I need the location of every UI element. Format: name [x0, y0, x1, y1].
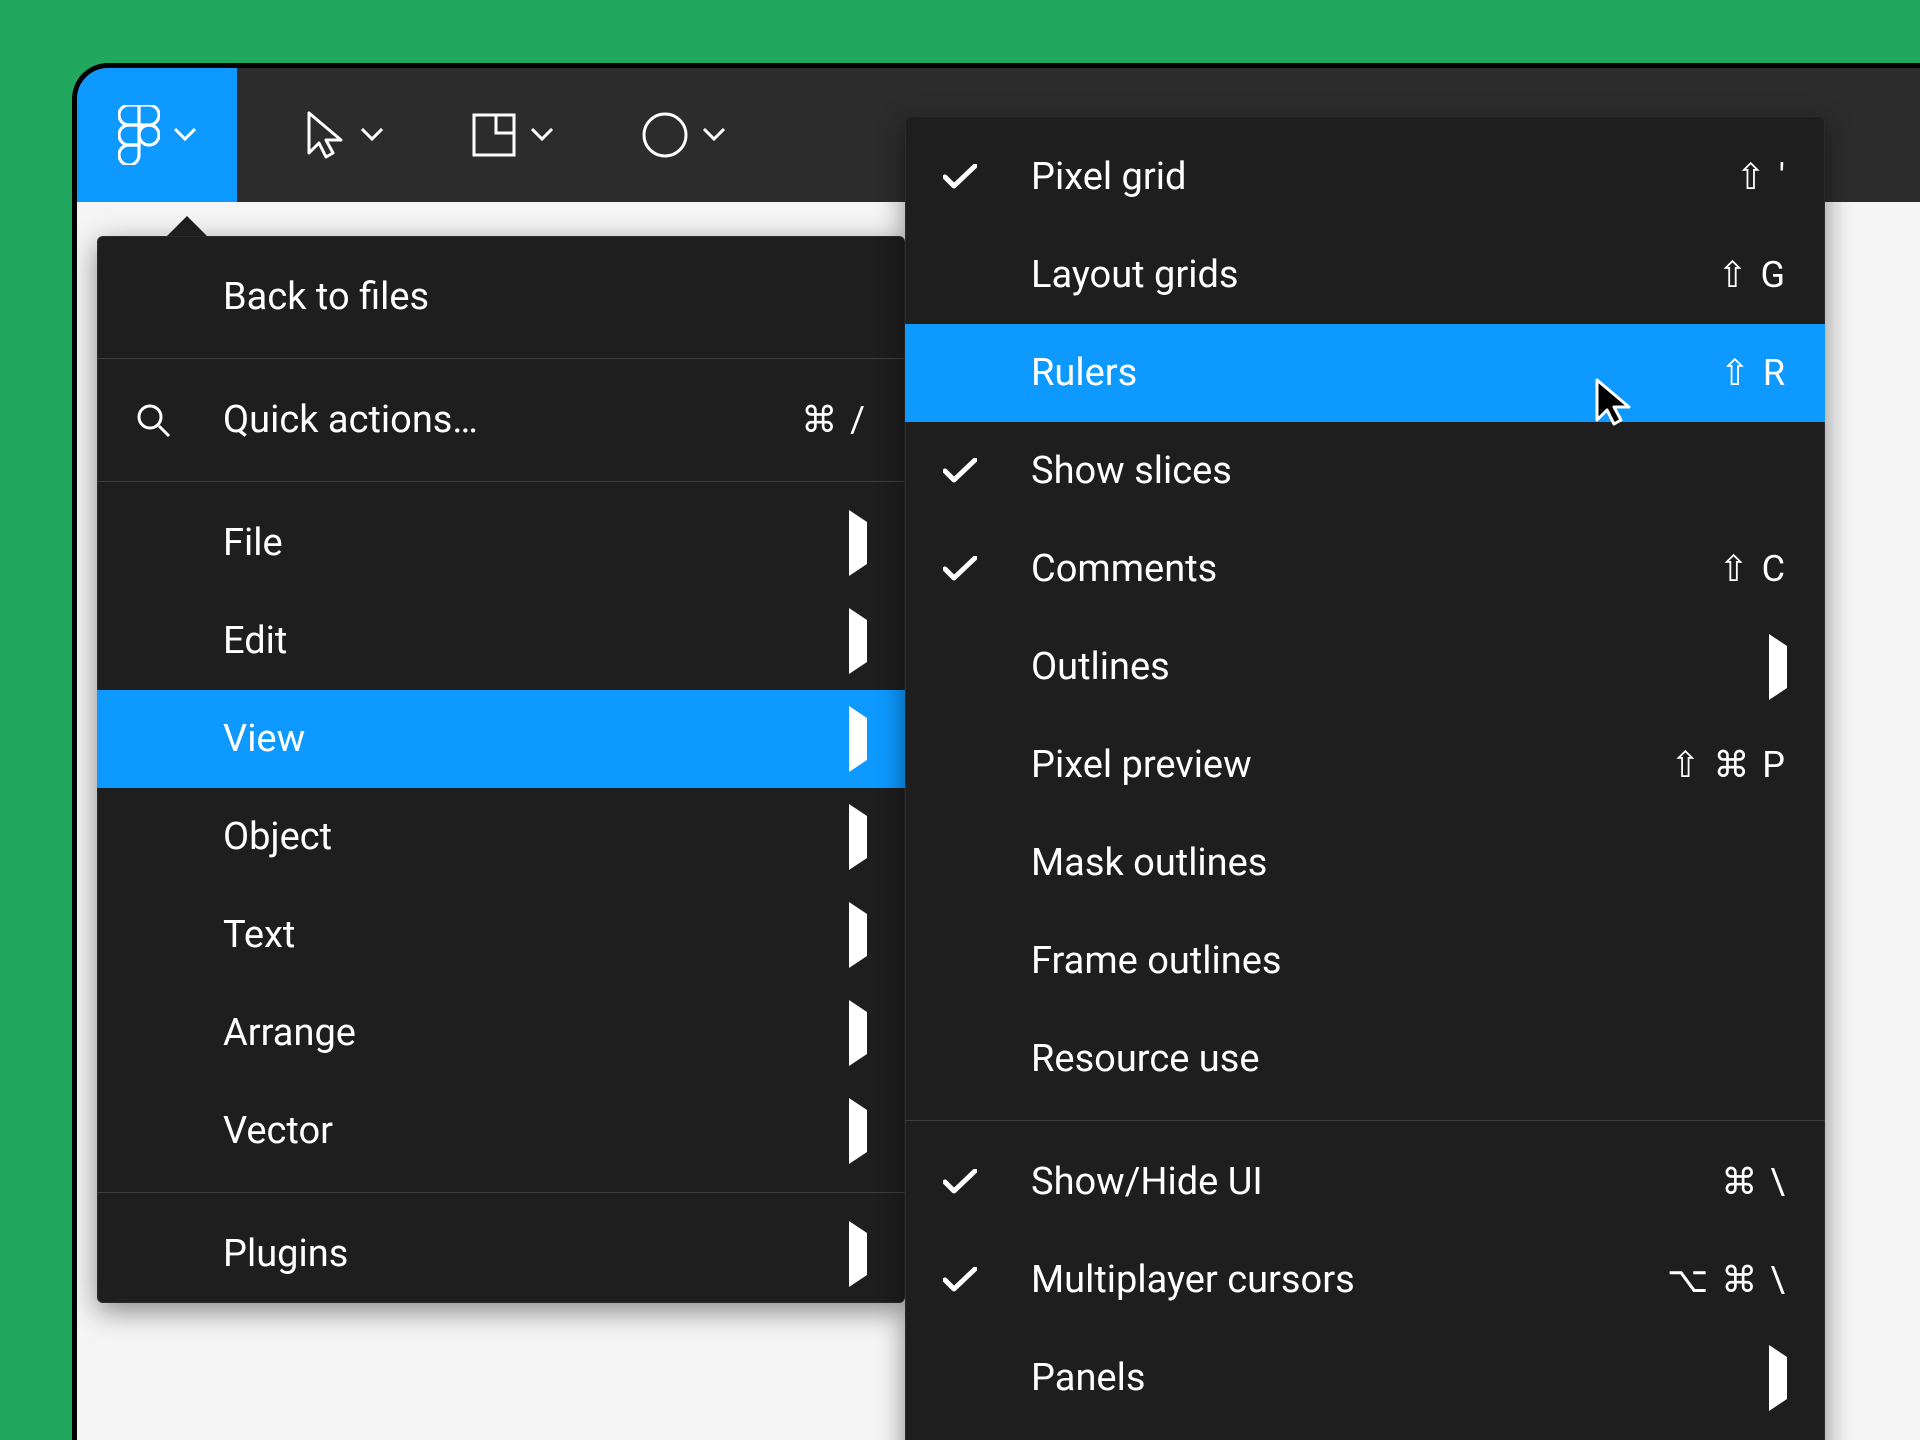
figma-logo-icon — [118, 105, 160, 165]
menu-item-label: Frame outlines — [1031, 939, 1787, 983]
menu-item-object[interactable]: Object — [97, 788, 905, 886]
menu-item-back-to-files[interactable]: Back to files — [97, 248, 905, 346]
menu-divider — [905, 1120, 1825, 1121]
view-submenu: Pixel grid⇧ 'Layout grids⇧ GRulers⇧ RSho… — [905, 116, 1825, 1440]
submenu-arrow-icon — [849, 718, 867, 760]
menu-item-label: Comments — [1031, 547, 1718, 591]
submenu-item-show-slices[interactable]: Show slices — [905, 422, 1825, 520]
submenu-arrow-icon — [1769, 646, 1787, 688]
menu-item-label: Edit — [223, 619, 849, 663]
menu-item-shortcut: ⇧ ' — [1736, 156, 1787, 198]
chevron-down-icon — [174, 128, 196, 142]
submenu-item-multiplayer-cursors[interactable]: Multiplayer cursors⌥ ⌘ \ — [905, 1231, 1825, 1329]
menu-item-label: Mask outlines — [1031, 841, 1787, 885]
figma-menu-button[interactable] — [77, 68, 237, 202]
menu-item-label: Vector — [223, 1109, 849, 1153]
menu-item-edit[interactable]: Edit — [97, 592, 905, 690]
menu-item-label: Show/Hide UI — [1031, 1160, 1721, 1204]
submenu-arrow-icon — [849, 1110, 867, 1152]
search-icon — [135, 402, 223, 438]
submenu-item-rulers[interactable]: Rulers⇧ R — [905, 324, 1825, 422]
cursor-arrow-icon — [305, 111, 347, 159]
menu-item-shortcut: ⌥ ⌘ \ — [1667, 1259, 1787, 1301]
frame-tool-button[interactable] — [445, 68, 579, 202]
submenu-arrow-icon — [849, 816, 867, 858]
menu-item-shortcut: ⇧ R — [1720, 352, 1787, 394]
submenu-item-layout-grids[interactable]: Layout grids⇧ G — [905, 226, 1825, 324]
app-window: Back to files Quick actions… ⌘ / File Edi… — [72, 63, 1920, 1440]
menu-item-shortcut: ⌘ \ — [1721, 1161, 1787, 1203]
menu-item-label: Resource use — [1031, 1037, 1787, 1081]
check-icon — [943, 164, 1031, 190]
menu-item-label: Layout grids — [1031, 253, 1717, 297]
menu-divider — [97, 1192, 905, 1193]
chevron-down-icon — [703, 128, 725, 142]
submenu-arrow-icon — [849, 620, 867, 662]
check-icon — [943, 1169, 1031, 1195]
menu-item-label: Plugins — [223, 1232, 849, 1276]
mouse-cursor-icon — [1593, 378, 1637, 434]
menu-item-label: Back to files — [223, 275, 867, 319]
menu-item-plugins[interactable]: Plugins — [97, 1205, 905, 1303]
menu-divider — [97, 481, 905, 482]
menu-item-label: Pixel preview — [1031, 743, 1670, 787]
chevron-down-icon — [531, 128, 553, 142]
menu-item-label: Outlines — [1031, 645, 1769, 689]
menu-item-label: Text — [223, 913, 849, 957]
menu-item-file[interactable]: File — [97, 494, 905, 592]
frame-icon — [471, 112, 517, 158]
menu-item-label: Multiplayer cursors — [1031, 1258, 1667, 1302]
submenu-item-mask-outlines[interactable]: Mask outlines — [905, 814, 1825, 912]
menu-item-quick-actions[interactable]: Quick actions… ⌘ / — [97, 371, 905, 469]
check-icon — [943, 556, 1031, 582]
menu-item-label: Quick actions… — [223, 398, 801, 442]
menu-item-label: Arrange — [223, 1011, 849, 1055]
menu-item-arrange[interactable]: Arrange — [97, 984, 905, 1082]
menu-item-shortcut: ⌘ / — [801, 399, 867, 441]
submenu-item-pixel-grid[interactable]: Pixel grid⇧ ' — [905, 128, 1825, 226]
submenu-item-show-hide-ui[interactable]: Show/Hide UI⌘ \ — [905, 1133, 1825, 1231]
menu-item-label: View — [223, 717, 849, 761]
submenu-arrow-icon — [849, 914, 867, 956]
menu-item-shortcut: ⇧ ⌘ P — [1670, 744, 1787, 786]
submenu-item-resource-use[interactable]: Resource use — [905, 1010, 1825, 1108]
menu-item-text[interactable]: Text — [97, 886, 905, 984]
menu-divider — [97, 358, 905, 359]
submenu-arrow-icon — [1769, 1357, 1787, 1399]
menu-item-label: Show slices — [1031, 449, 1787, 493]
submenu-arrow-icon — [849, 1012, 867, 1054]
ellipse-icon — [641, 111, 689, 159]
menu-item-label: Object — [223, 815, 849, 859]
menu-item-label: Panels — [1031, 1356, 1769, 1400]
chevron-down-icon — [361, 128, 383, 142]
submenu-item-pixel-preview[interactable]: Pixel preview⇧ ⌘ P — [905, 716, 1825, 814]
submenu-arrow-icon — [849, 1233, 867, 1275]
menu-item-shortcut: ⇧ G — [1717, 254, 1787, 296]
submenu-item-panels[interactable]: Panels — [905, 1329, 1825, 1427]
menu-item-view[interactable]: View — [97, 690, 905, 788]
submenu-item-outlines[interactable]: Outlines — [905, 618, 1825, 716]
check-icon — [943, 1267, 1031, 1293]
submenu-item-comments[interactable]: Comments⇧ C — [905, 520, 1825, 618]
check-icon — [943, 458, 1031, 484]
submenu-arrow-icon — [849, 522, 867, 564]
shape-tool-button[interactable] — [615, 68, 751, 202]
menu-item-label: Pixel grid — [1031, 155, 1736, 199]
menu-item-vector[interactable]: Vector — [97, 1082, 905, 1180]
move-tool-button[interactable] — [279, 68, 409, 202]
menu-item-shortcut: ⇧ C — [1718, 548, 1787, 590]
main-menu: Back to files Quick actions… ⌘ / File Edi… — [97, 236, 905, 1303]
menu-item-label: File — [223, 521, 849, 565]
submenu-item-frame-outlines[interactable]: Frame outlines — [905, 912, 1825, 1010]
